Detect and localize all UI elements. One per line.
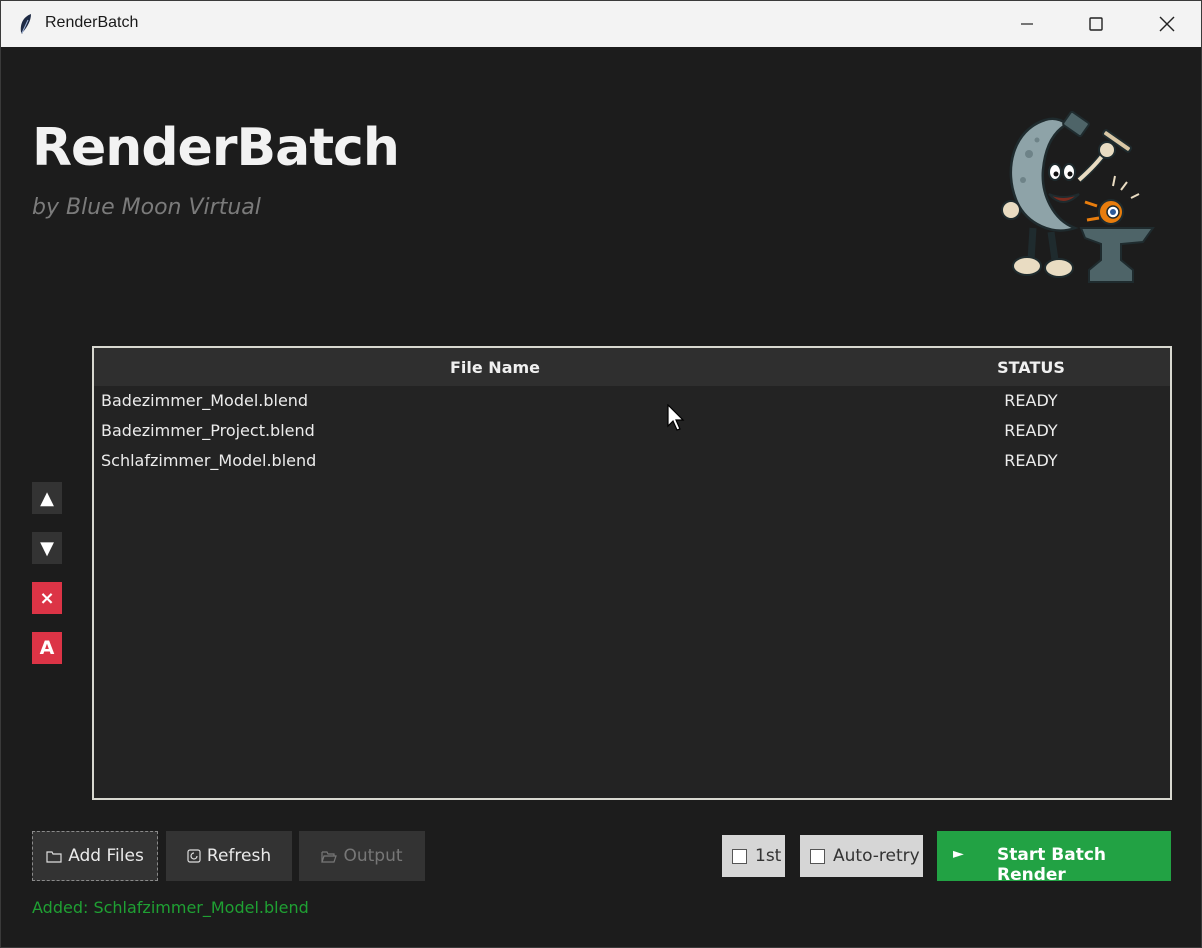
table-header: File Name STATUS	[94, 348, 1170, 386]
refresh-icon	[187, 849, 201, 863]
folder-icon	[46, 850, 62, 863]
minimize-button[interactable]	[993, 1, 1061, 47]
file-name-cell: Badezimmer_Project.blend	[101, 421, 315, 440]
title-bar[interactable]: RenderBatch	[1, 1, 1201, 47]
table-row[interactable]: Badezimmer_Model.blend READY	[94, 386, 1170, 416]
move-up-button[interactable]: ▲	[32, 482, 62, 514]
file-name-cell: Schlafzimmer_Model.blend	[101, 451, 317, 470]
status-message: Added: Schlafzimmer_Model.blend	[32, 898, 309, 917]
app-title: RenderBatch	[32, 118, 400, 178]
feather-icon	[20, 14, 31, 34]
table-row[interactable]: Badezimmer_Project.blend READY	[94, 416, 1170, 446]
play-icon: ►	[953, 846, 964, 862]
select-all-button[interactable]: A	[32, 632, 62, 664]
status-cell: READY	[1004, 391, 1058, 410]
output-button[interactable]: Output	[299, 831, 425, 881]
window-title: RenderBatch	[45, 14, 139, 31]
start-batch-render-button[interactable]: ► Start Batch Render	[937, 831, 1171, 885]
checkbox-box[interactable]	[732, 848, 747, 864]
refresh-button[interactable]: Refresh	[166, 831, 292, 881]
maximize-button[interactable]	[1062, 1, 1130, 47]
remove-file-button[interactable]: ×	[32, 582, 62, 614]
close-icon	[1159, 16, 1175, 32]
move-down-button[interactable]: ▼	[32, 532, 62, 564]
output-label: Output	[343, 846, 403, 866]
checkbox-box[interactable]	[810, 848, 825, 864]
column-header-file-name[interactable]: File Name	[94, 358, 896, 377]
first-only-label: 1st	[755, 846, 782, 866]
maximize-icon	[1089, 17, 1103, 31]
first-only-checkbox[interactable]: 1st	[722, 835, 785, 877]
app-window: RenderBatch RenderBatch by Blue Moon Vir…	[0, 0, 1202, 948]
main-content: RenderBatch by Blue Moon Virtual ▲ ▼ × A…	[1, 48, 1201, 947]
auto-retry-checkbox[interactable]: Auto-retry	[800, 835, 923, 877]
refresh-label: Refresh	[206, 846, 272, 866]
moon-blacksmith-mascot-icon	[1001, 110, 1155, 283]
triangle-down-icon: ▼	[40, 537, 54, 559]
minimize-icon	[1021, 23, 1033, 25]
start-batch-render-label: Start Batch Render	[997, 845, 1107, 885]
file-name-cell: Badezimmer_Model.blend	[101, 391, 309, 410]
status-cell: READY	[1004, 421, 1058, 440]
column-header-status[interactable]: STATUS	[956, 358, 1106, 377]
open-folder-icon	[321, 850, 338, 863]
status-cell: READY	[1004, 451, 1058, 470]
auto-retry-label: Auto-retry	[833, 846, 920, 866]
table-row[interactable]: Schlafzimmer_Model.blend READY	[94, 446, 1170, 476]
file-table[interactable]: File Name STATUS Badezimmer_Model.blend …	[92, 346, 1172, 800]
triangle-up-icon: ▲	[40, 487, 54, 509]
x-icon: ×	[39, 587, 55, 609]
letter-a-icon: A	[39, 637, 55, 659]
add-files-button[interactable]: Add Files	[32, 831, 158, 881]
add-files-label: Add Files	[68, 846, 144, 866]
app-subtitle: by Blue Moon Virtual	[32, 195, 261, 220]
close-button[interactable]	[1133, 1, 1201, 47]
mouse-cursor-icon	[667, 404, 685, 431]
